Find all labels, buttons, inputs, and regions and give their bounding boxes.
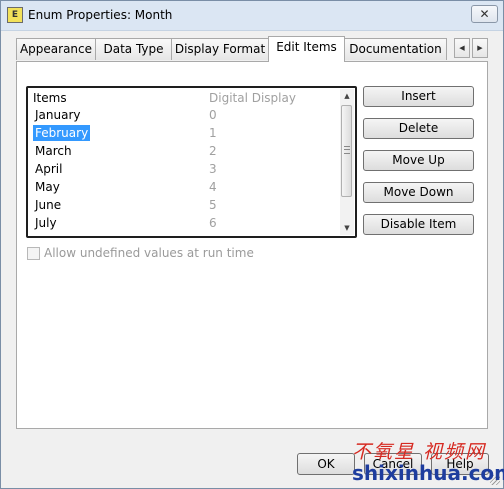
enum-icon: E (7, 7, 23, 23)
item-label[interactable]: July (33, 215, 59, 231)
ok-button[interactable]: OK (297, 453, 355, 475)
item-value: 5 (209, 198, 217, 212)
scroll-up-icon[interactable]: ▲ (340, 89, 354, 103)
item-label[interactable]: January (33, 107, 83, 123)
allow-undefined-label: Allow undefined values at run time (44, 246, 254, 260)
item-label[interactable]: May (33, 179, 62, 195)
list-item[interactable]: July 6 (31, 214, 349, 232)
window-title: Enum Properties: Month (28, 8, 173, 22)
list-item[interactable]: March 2 (31, 142, 349, 160)
tab-data-type[interactable]: Data Type (95, 38, 172, 60)
tab-scroll-left-icon[interactable]: ◀ (454, 38, 470, 58)
move-down-button[interactable]: Move Down (363, 182, 474, 203)
close-button[interactable]: ✕ (471, 5, 498, 23)
tab-edit-items[interactable]: Edit Items (268, 36, 345, 62)
move-up-button[interactable]: Move Up (363, 150, 474, 171)
list-item[interactable]: May 4 (31, 178, 349, 196)
title-bar[interactable]: E Enum Properties: Month ✕ (1, 1, 503, 31)
item-label[interactable]: June (33, 197, 63, 213)
list-item[interactable]: January 0 (31, 106, 349, 124)
item-value: 1 (209, 126, 217, 140)
item-value: 3 (209, 162, 217, 176)
help-button[interactable]: Help (431, 453, 489, 475)
item-value: 6 (209, 216, 217, 230)
digital-display-column-header: Digital Display (209, 91, 296, 105)
grip-icon (344, 146, 350, 154)
disable-item-button[interactable]: Disable Item (363, 214, 474, 235)
resize-grip-icon[interactable] (490, 475, 500, 485)
items-column-header: Items (33, 91, 67, 105)
list-scrollbar[interactable]: ▲ ▼ (340, 89, 354, 235)
tab-scroll-right-icon[interactable]: ▶ (472, 38, 488, 58)
items-listbox[interactable]: Items Digital Display January 0 February… (26, 86, 357, 238)
delete-button[interactable]: Delete (363, 118, 474, 139)
allow-undefined-checkbox[interactable] (27, 247, 40, 260)
cancel-button[interactable]: Cancel (364, 453, 422, 475)
item-label[interactable]: February (33, 125, 91, 141)
list-item[interactable]: April 3 (31, 160, 349, 178)
list-item[interactable]: February 1 (31, 124, 349, 142)
enum-properties-dialog: E Enum Properties: Month ✕ Appearance Da… (0, 0, 504, 489)
tab-appearance[interactable]: Appearance (16, 38, 96, 60)
item-value: 2 (209, 144, 217, 158)
item-value: 0 (209, 108, 217, 122)
item-label[interactable]: April (33, 161, 64, 177)
item-label[interactable]: March (33, 143, 74, 159)
insert-button[interactable]: Insert (363, 86, 474, 107)
scroll-thumb[interactable] (341, 105, 352, 197)
item-value: 4 (209, 180, 217, 194)
tab-display-format[interactable]: Display Format (171, 38, 269, 60)
scroll-down-icon[interactable]: ▼ (340, 221, 354, 235)
list-item[interactable]: June 5 (31, 196, 349, 214)
tab-documentation[interactable]: Documentation (344, 38, 447, 60)
edit-items-panel: Items Digital Display January 0 February… (16, 61, 488, 429)
